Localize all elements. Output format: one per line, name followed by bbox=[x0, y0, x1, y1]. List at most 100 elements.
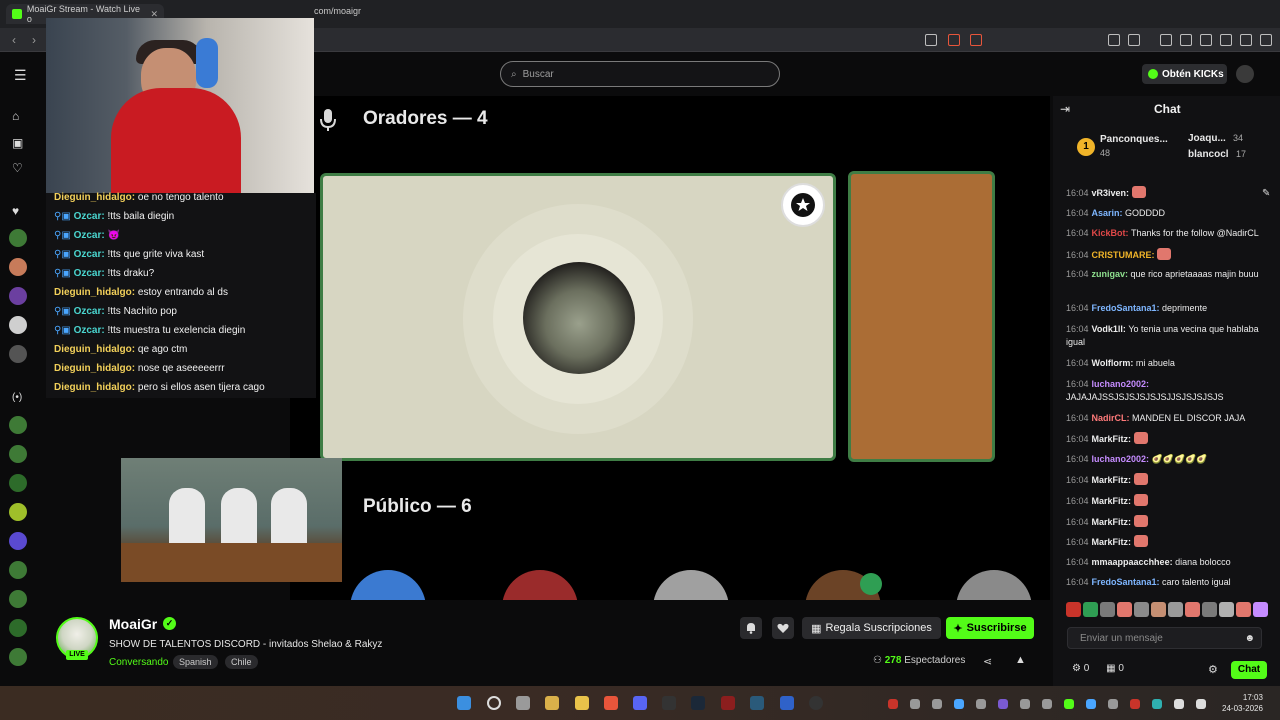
emote-icon[interactable] bbox=[1151, 602, 1166, 617]
emote-icon[interactable] bbox=[1100, 602, 1115, 617]
channel-avatar[interactable] bbox=[9, 532, 27, 550]
obs-icon[interactable] bbox=[809, 696, 823, 710]
chat-username[interactable]: vR3iven: bbox=[1092, 188, 1132, 198]
tray-icon[interactable] bbox=[1064, 699, 1074, 709]
emote-bar[interactable] bbox=[1066, 602, 1268, 620]
home-icon[interactable]: ⌂ bbox=[12, 109, 19, 123]
wifi-icon[interactable] bbox=[1174, 699, 1184, 709]
chat-message[interactable]: 16:04 zunigav: que rico aprietaaaas majin… bbox=[1066, 268, 1262, 281]
emote-icon[interactable] bbox=[1066, 602, 1081, 617]
app-icon[interactable] bbox=[721, 696, 735, 710]
tray-icon[interactable] bbox=[976, 699, 986, 709]
epic-games-icon[interactable] bbox=[662, 696, 676, 710]
chat-message[interactable]: 16:04 CRISTUMARE: bbox=[1066, 247, 1262, 262]
system-clock[interactable]: 17:03 24-03-2026 bbox=[1222, 692, 1263, 714]
channel-avatar[interactable] bbox=[9, 258, 27, 276]
chat-message[interactable]: 16:04 MarkFitz: bbox=[1066, 535, 1262, 549]
menu-icon[interactable] bbox=[1260, 34, 1272, 46]
chat-message[interactable]: 16:04 Vodk1ll: Yo tenia una vecina que ha… bbox=[1066, 323, 1262, 349]
chat-username[interactable]: Asarin: bbox=[1092, 208, 1126, 218]
widgets-icon[interactable] bbox=[545, 696, 559, 710]
chat-message[interactable]: 16:04 mmaappaacchhee: diana bolocco bbox=[1066, 556, 1262, 569]
pin-icon[interactable]: ✎ bbox=[1262, 188, 1270, 199]
speaker-card[interactable] bbox=[320, 173, 836, 461]
follow-button[interactable] bbox=[772, 617, 794, 639]
tag-spanish[interactable]: Spanish bbox=[173, 655, 218, 669]
emoji-icon[interactable]: ☻ bbox=[1244, 633, 1255, 644]
channel-avatar[interactable] bbox=[9, 229, 27, 247]
user-avatar[interactable] bbox=[1236, 65, 1254, 83]
task-view-icon[interactable] bbox=[516, 696, 530, 710]
chat-username[interactable]: FredoSantana1: bbox=[1092, 303, 1163, 313]
channel-avatar[interactable] bbox=[9, 648, 27, 666]
channel-avatar[interactable] bbox=[9, 445, 27, 463]
tray-icon[interactable] bbox=[1042, 699, 1052, 709]
collapse-chat-icon[interactable]: ⇥ bbox=[1060, 102, 1070, 116]
chat-input[interactable]: Enviar un mensaje ☻ bbox=[1067, 627, 1262, 649]
emote-icon[interactable] bbox=[1117, 602, 1132, 617]
channel-avatar[interactable] bbox=[9, 503, 27, 521]
channel-avatar[interactable] bbox=[9, 561, 27, 579]
forward-icon[interactable]: › bbox=[32, 33, 36, 47]
chat-message[interactable]: 16:04 Wolflorm: mi abuela bbox=[1066, 357, 1262, 370]
wallet-icon[interactable] bbox=[1200, 34, 1212, 46]
tray-icon[interactable] bbox=[1020, 699, 1030, 709]
tray-icon[interactable] bbox=[1108, 699, 1118, 709]
report-icon[interactable]: ▲ bbox=[1015, 654, 1026, 666]
extensions-icon[interactable] bbox=[1108, 34, 1120, 46]
tray-icon[interactable] bbox=[888, 699, 898, 709]
ai-icon[interactable] bbox=[1220, 34, 1232, 46]
tray-icon[interactable] bbox=[954, 699, 964, 709]
share-icon[interactable]: ⋖ bbox=[983, 655, 992, 668]
chat-message[interactable]: 16:04 MarkFitz: bbox=[1066, 494, 1262, 508]
channel-avatar[interactable] bbox=[9, 590, 27, 608]
file-explorer-icon[interactable] bbox=[575, 696, 589, 710]
chat-message[interactable]: 16:04 FredoSantana1: caro talento igual bbox=[1066, 576, 1262, 589]
discord-icon[interactable] bbox=[633, 696, 647, 710]
emote-icon[interactable] bbox=[1202, 602, 1217, 617]
chat-username[interactable]: luchano2002: bbox=[1092, 454, 1152, 464]
chat-username[interactable]: MarkFitz: bbox=[1092, 475, 1134, 485]
emote-icon[interactable] bbox=[1236, 602, 1251, 617]
steam-icon[interactable] bbox=[691, 696, 705, 710]
subscribe-button[interactable]: ✦ Suscribirse bbox=[946, 617, 1034, 639]
gift-subs-button[interactable]: ▦ Regala Suscripciones bbox=[802, 617, 941, 639]
share-page-icon[interactable] bbox=[925, 34, 937, 46]
channel-avatar[interactable] bbox=[9, 416, 27, 434]
chat-username[interactable]: MarkFitz: bbox=[1092, 537, 1134, 547]
leaderboard-name[interactable]: Panconques... bbox=[1100, 134, 1168, 145]
emote-icon[interactable] bbox=[1185, 602, 1200, 617]
browse-icon[interactable]: ▣ bbox=[12, 136, 23, 150]
following-icon[interactable]: ♡ bbox=[12, 161, 23, 175]
chat-username[interactable]: Vodk1ll: bbox=[1092, 324, 1129, 334]
notifications-button[interactable] bbox=[740, 617, 762, 639]
chat-message[interactable]: 16:04 vR3iven: bbox=[1066, 186, 1262, 200]
chat-message[interactable]: 16:04 FredoSantana1: deprimente bbox=[1066, 302, 1262, 315]
chat-username[interactable]: MarkFitz: bbox=[1092, 434, 1134, 444]
chat-username[interactable]: KickBot: bbox=[1092, 228, 1132, 238]
brave-icon[interactable] bbox=[604, 696, 618, 710]
leaderboard-name[interactable]: Joaqu... bbox=[1188, 133, 1226, 144]
music-icon[interactable] bbox=[1160, 34, 1172, 46]
tray-icon[interactable] bbox=[1130, 699, 1140, 709]
channel-avatar[interactable] bbox=[9, 345, 27, 363]
chat-username[interactable]: zunigav: bbox=[1092, 269, 1131, 279]
chat-username[interactable]: MarkFitz: bbox=[1092, 517, 1134, 527]
app-icon[interactable] bbox=[750, 696, 764, 710]
chat-message[interactable]: 16:04 KickBot: Thanks for the follow @Nad… bbox=[1066, 227, 1262, 240]
tray-icon[interactable] bbox=[1086, 699, 1096, 709]
chat-username[interactable]: mmaappaacchhee: bbox=[1092, 557, 1176, 567]
screenshot-icon[interactable] bbox=[1128, 34, 1140, 46]
channel-avatar[interactable] bbox=[9, 287, 27, 305]
tray-icon[interactable] bbox=[1152, 699, 1162, 709]
url-text[interactable]: com/moaigr bbox=[314, 6, 361, 16]
channel-avatar[interactable] bbox=[9, 619, 27, 637]
search-icon[interactable] bbox=[487, 696, 501, 710]
chat-message[interactable]: 16:04 Asarin: GODDDD bbox=[1066, 207, 1262, 220]
tray-icon[interactable] bbox=[910, 699, 920, 709]
sidebar-icon[interactable] bbox=[1180, 34, 1192, 46]
tray-icon[interactable] bbox=[932, 699, 942, 709]
tag-chile[interactable]: Chile bbox=[225, 655, 258, 669]
recommended-icon[interactable]: (•) bbox=[12, 392, 22, 403]
emote-icon[interactable] bbox=[1083, 602, 1098, 617]
